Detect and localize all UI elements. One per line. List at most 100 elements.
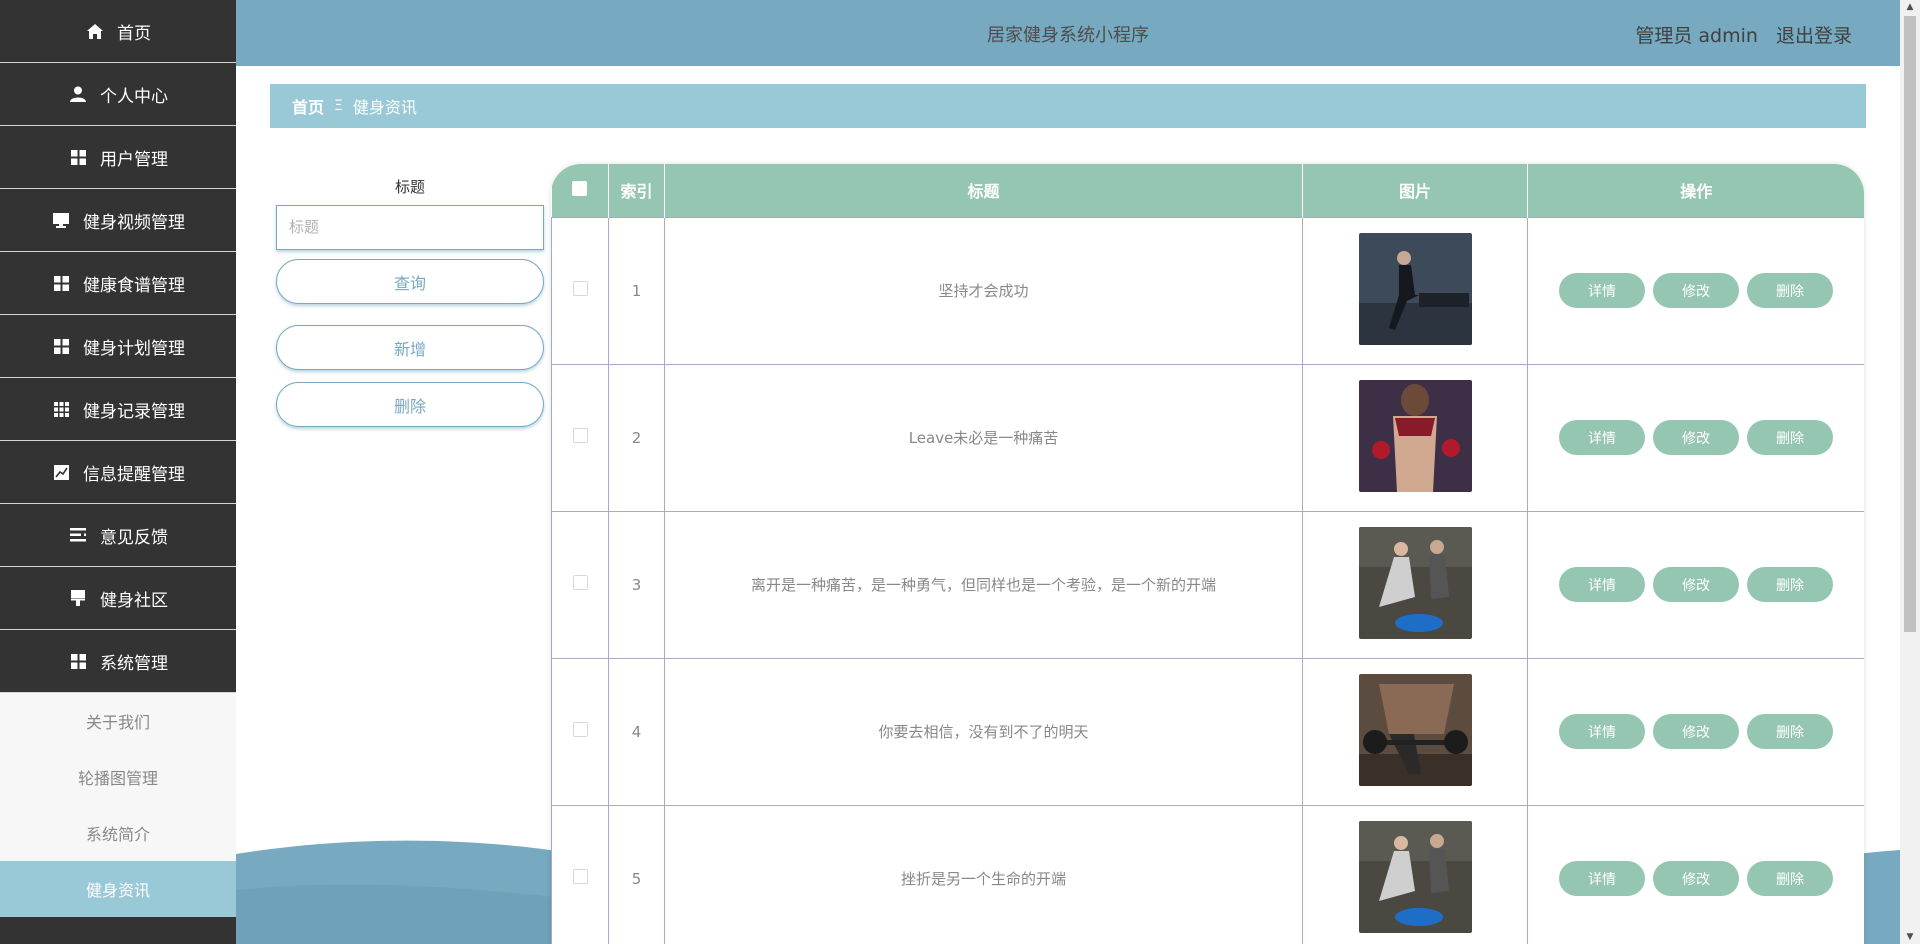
grid-icon [68,652,88,670]
detail-button[interactable]: 详情 [1559,420,1645,455]
row-actions: 详情 修改 删除 [1527,216,1864,365]
row-select-cell [551,804,609,944]
breadcrumb-current: 健身资讯 [352,98,417,117]
delete-button[interactable]: 删除 [1747,567,1833,602]
list-icon [68,526,88,544]
row-actions: 详情 修改 删除 [1527,657,1864,806]
row-image-cell [1302,657,1528,806]
row-checkbox[interactable] [572,722,588,737]
sidebar-item-label: 首页 [117,23,151,44]
detail-button[interactable]: 详情 [1559,861,1645,896]
sidebar-item-record[interactable]: 健身记录管理 [0,378,236,441]
row-thumbnail-image [1358,820,1472,933]
sidebar-item-recipe[interactable]: 健康食谱管理 [0,252,236,315]
page-scrollbar[interactable]: ▲ ▼ [1900,0,1920,944]
sidebar-item-feedback[interactable]: 意见反馈 [0,504,236,567]
sidebar-item-fitness-video[interactable]: 健身视频管理 [0,189,236,252]
scroll-down-arrow-icon[interactable]: ▼ [1900,930,1920,944]
sidebar-item-label: 健身记录管理 [83,401,185,422]
submenu-item-carousel[interactable]: 轮播图管理 [0,749,236,805]
column-header-actions: 操作 [1680,182,1713,202]
search-panel: 标题 查询 新增 删除 [276,176,544,427]
delete-button[interactable]: 删除 [1747,861,1833,896]
detail-button[interactable]: 详情 [1559,714,1645,749]
row-select-cell [551,363,609,512]
row-select-cell [551,657,609,806]
row-checkbox[interactable] [572,575,588,590]
search-title-label: 标题 [394,178,425,196]
monitor-icon [51,211,71,229]
submenu-item-intro[interactable]: 系统简介 [0,805,236,861]
row-title: 离开是一种痛苦，是一种勇气，但同样也是一个考验，是一个新的开端 [664,510,1303,659]
row-checkbox[interactable] [572,281,588,296]
add-button[interactable]: 新增 [276,325,544,370]
row-image-cell [1302,216,1528,365]
row-actions: 详情 修改 删除 [1527,363,1864,512]
scroll-up-arrow-icon[interactable]: ▲ [1900,0,1920,14]
sidebar-item-system[interactable]: 系统管理 [0,630,236,693]
table-row: 3 离开是一种痛苦，是一种勇气，但同样也是一个考验，是一个新的开端 详情 修改 删除 [551,510,1864,659]
column-header-image: 图片 [1302,164,1528,217]
delete-button[interactable]: 删除 [1747,273,1833,308]
edit-button[interactable]: 修改 [1653,420,1739,455]
table-row: 4 你要去相信，没有到不了的明天 详情 修改 删除 [551,657,1864,806]
batch-delete-button[interactable]: 删除 [276,382,544,427]
row-index: 5 [608,804,665,944]
submenu-item-label: 健身资讯 [85,881,150,900]
scrollbar-thumb[interactable] [1904,16,1916,632]
row-checkbox[interactable] [572,869,588,884]
row-thumbnail-image [1358,232,1472,345]
sidebar-item-label: 系统管理 [100,653,168,674]
row-image-cell [1302,804,1528,944]
row-checkbox[interactable] [572,428,588,443]
detail-button[interactable]: 详情 [1559,567,1645,602]
row-thumbnail-image [1358,379,1472,492]
title-search-input[interactable] [276,205,544,250]
sidebar-item-label: 信息提醒管理 [83,464,185,485]
detail-button[interactable]: 详情 [1559,273,1645,308]
select-all-checkbox[interactable] [572,180,588,196]
row-thumbnail-image [1358,673,1472,786]
submenu-item-news[interactable]: 健身资讯 [0,861,236,917]
row-title: 坚持才会成功 [664,216,1303,365]
sidebar-item-users[interactable]: 用户管理 [0,126,236,189]
edit-button[interactable]: 修改 [1653,567,1739,602]
table-header-row: 索引 标题 图片 操作 [551,164,1864,217]
row-select-cell [551,216,609,365]
row-index: 4 [608,657,665,806]
sidebar-item-community[interactable]: 健身社区 [0,567,236,630]
edit-button[interactable]: 修改 [1653,714,1739,749]
sidebar-item-reminder[interactable]: 信息提醒管理 [0,441,236,504]
delete-button[interactable]: 删除 [1747,714,1833,749]
breadcrumb-home[interactable]: 首页 [292,94,324,118]
grid-icon [51,274,71,292]
paint-icon [68,589,88,607]
sidebar-item-label: 健康食谱管理 [83,275,185,296]
row-actions: 详情 修改 删除 [1527,510,1864,659]
logout-link[interactable]: 退出登录 [1776,25,1852,47]
search-button[interactable]: 查询 [276,259,544,304]
table-row: 1 坚持才会成功 详情 修改 删除 [551,216,1864,365]
breadcrumb-separator-icon: Ξ [334,98,343,114]
table-row: 5 挫折是另一个生命的开端 详情 修改 删除 [551,804,1864,944]
row-thumbnail-image [1358,526,1472,639]
news-table: 索引 标题 图片 操作 1 坚持才会成功 详情 修改 删除 2 Leave未必是… [551,164,1864,944]
delete-button[interactable]: 删除 [1747,420,1833,455]
select-all-header[interactable] [551,164,609,217]
edit-button[interactable]: 修改 [1653,861,1739,896]
chart-icon [51,463,71,481]
sidebar-item-label: 意见反馈 [100,527,168,548]
edit-button[interactable]: 修改 [1653,273,1739,308]
row-index: 1 [608,216,665,365]
app-root: 首页 个人中心 用户管理 健身视频管理 健康食谱管理 健身计划管理 健身记录管理… [0,0,1920,944]
sidebar: 首页 个人中心 用户管理 健身视频管理 健康食谱管理 健身计划管理 健身记录管理… [0,0,236,944]
grid-icon [51,337,71,355]
sidebar-item-label: 用户管理 [100,149,168,170]
sidebar-item-label: 个人中心 [100,86,168,107]
submenu-item-about[interactable]: 关于我们 [0,693,236,749]
top-header: 居家健身系统小程序 管理员 admin 退出登录 [236,0,1900,66]
breadcrumb: 首页 Ξ 健身资讯 [270,84,1866,128]
sidebar-item-plan[interactable]: 健身计划管理 [0,315,236,378]
sidebar-item-home[interactable]: 首页 [0,0,236,63]
sidebar-item-profile[interactable]: 个人中心 [0,63,236,126]
